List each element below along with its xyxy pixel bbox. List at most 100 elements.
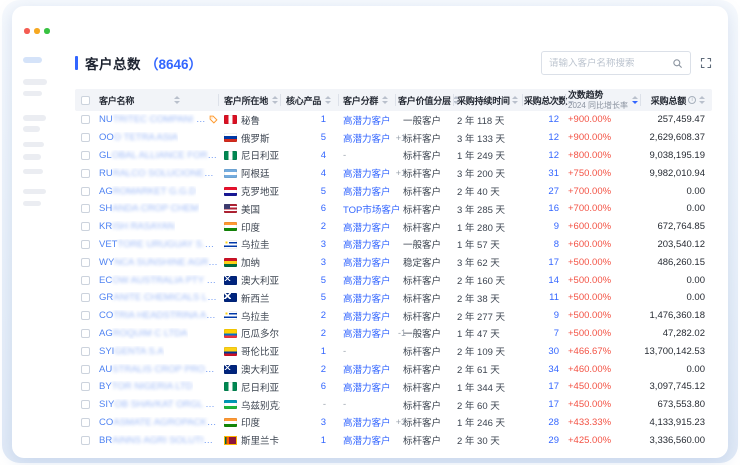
segment-link[interactable]: 高潜力客户 xyxy=(343,113,391,127)
table-row[interactable]: VETTORE URUGUAY S.R.L 乌拉圭 3 高潜力客户 一般客户 1… xyxy=(75,236,712,254)
core-products-count[interactable]: 2 xyxy=(321,328,326,339)
customer-name-link[interactable]: AUSTRALIS CROP PROTECTION P... xyxy=(99,364,218,375)
customer-name-link[interactable]: RURALCO SOLUCIONES S.A xyxy=(99,168,218,179)
col-header-value-tier[interactable]: 客户价值分层 xyxy=(395,89,453,111)
customer-name-link[interactable]: AGROQUIM C LTDA xyxy=(99,328,188,339)
purchase-count-link[interactable]: 28 xyxy=(548,417,559,428)
customer-name-link[interactable]: COTRIA HEADSTRINA ALIANG R... xyxy=(99,310,218,321)
core-products-count[interactable]: 1 xyxy=(321,435,326,446)
table-row[interactable]: COTRIA HEADSTRINA ALIANG R... 乌拉圭 2 高潜力客… xyxy=(75,307,712,325)
segment-link[interactable]: - xyxy=(343,150,346,161)
segment-link[interactable]: - xyxy=(343,346,346,357)
sort-icon[interactable] xyxy=(174,96,180,104)
core-products-count[interactable]: 1 xyxy=(321,114,326,125)
table-row[interactable]: SYIGENTA S.A 哥伦比亚 1 - 标杆客户 2 年 109 天 30 … xyxy=(75,342,712,360)
core-products-count[interactable]: 5 xyxy=(321,292,326,303)
col-header-location[interactable]: 客户所在地 xyxy=(218,89,280,111)
expand-icon[interactable] xyxy=(700,57,712,69)
row-checkbox[interactable] xyxy=(81,222,90,231)
core-products-count[interactable]: 2 xyxy=(321,364,326,375)
sidebar-item[interactable] xyxy=(23,79,47,85)
sort-icon[interactable] xyxy=(699,96,705,104)
purchase-count-link[interactable]: 17 xyxy=(548,381,559,392)
purchase-count-link[interactable]: 29 xyxy=(548,435,559,446)
core-products-count[interactable]: 4 xyxy=(321,150,326,161)
purchase-count-link[interactable]: 9 xyxy=(554,221,559,232)
row-checkbox[interactable] xyxy=(81,400,90,409)
table-row[interactable]: BYTOR NIGERIA LTD 尼日利亚 6 高潜力客户 标杆客户 1 年 … xyxy=(75,378,712,396)
purchase-count-link[interactable]: 31 xyxy=(548,168,559,179)
table-row[interactable]: AUSTRALIS CROP PROTECTION P... 澳大利亚 2 高潜… xyxy=(75,360,712,378)
table-row[interactable]: GRANITE CHEMICALS LIMITED 新西兰 5 高潜力客户 标杆… xyxy=(75,289,712,307)
core-products-count[interactable]: - xyxy=(323,399,326,410)
segment-link[interactable]: 高潜力客户 xyxy=(343,362,391,376)
sort-icon-active-desc[interactable] xyxy=(632,96,638,104)
segment-link[interactable]: 高潜力客户 xyxy=(343,237,391,251)
customer-name-link[interactable]: WYNCA SUNSHINE AGRIC PRO (U... xyxy=(99,257,218,268)
table-row[interactable]: WYNCA SUNSHINE AGRIC PRO (U... 加纳 3 高潜力客… xyxy=(75,253,712,271)
purchase-count-link[interactable]: 12 xyxy=(548,114,559,125)
purchase-count-link[interactable]: 14 xyxy=(548,275,559,286)
table-row[interactable]: AGROMARKET G.G.D 克罗地亚 5 高潜力客户 标杆客户 2 年 4… xyxy=(75,182,712,200)
row-checkbox[interactable] xyxy=(81,365,90,374)
core-products-count[interactable]: 3 xyxy=(321,257,326,268)
sort-icon[interactable] xyxy=(382,96,388,104)
purchase-count-link[interactable]: 34 xyxy=(548,364,559,375)
select-all-checkbox[interactable] xyxy=(81,96,90,105)
sort-icon[interactable] xyxy=(512,96,518,104)
segment-link[interactable]: 高潜力客户 xyxy=(343,273,391,287)
row-checkbox[interactable] xyxy=(81,204,90,213)
col-header-segment[interactable]: 客户分群 xyxy=(338,89,395,111)
customer-name-link[interactable]: OOO TETRA ASIA xyxy=(99,132,178,143)
segment-link[interactable]: 高潜力客户 xyxy=(343,433,391,447)
row-checkbox[interactable] xyxy=(81,382,90,391)
customer-name-link[interactable]: BYTOR NIGERIA LTD xyxy=(99,381,193,392)
customer-name-link[interactable]: AGROMARKET G.G.D xyxy=(99,186,196,197)
col-header-purchase-count[interactable]: 采购总次数 xyxy=(522,89,565,111)
core-products-count[interactable]: 3 xyxy=(321,417,326,428)
minimize-window-icon[interactable] xyxy=(34,28,40,34)
col-header-customer-name[interactable]: 客户名称 xyxy=(97,89,218,111)
purchase-count-link[interactable]: 17 xyxy=(548,399,559,410)
segment-link[interactable]: 高潜力客户 xyxy=(343,131,391,145)
segment-link[interactable]: 高潜力客户 xyxy=(343,184,391,198)
table-row[interactable]: RURALCO SOLUCIONES S.A 阿根廷 4 高潜力客户 +1 标杆… xyxy=(75,164,712,182)
row-checkbox[interactable] xyxy=(81,293,90,302)
sidebar-item[interactable] xyxy=(23,189,46,195)
row-checkbox[interactable] xyxy=(81,151,90,160)
segment-link[interactable]: 高潜力客户 xyxy=(343,309,391,323)
core-products-count[interactable]: 3 xyxy=(321,239,326,250)
core-products-count[interactable]: 2 xyxy=(321,310,326,321)
segment-link[interactable]: 高潜力客户 xyxy=(343,166,391,180)
sidebar-item[interactable] xyxy=(23,142,44,148)
table-row[interactable]: SIYOB SHAVKAT ORGL FERMER X... 乌兹别克斯坦 - … xyxy=(75,396,712,414)
customer-name-link[interactable]: SHANDA CROP CHEM xyxy=(99,203,199,214)
table-row[interactable]: OOO TETRA ASIA 俄罗斯 5 高潜力客户 +1 标杆客户 3 年 1… xyxy=(75,129,712,147)
segment-link[interactable]: 高潜力客户 xyxy=(343,326,391,340)
customer-name-link[interactable]: GLOBAL ALLIANCE FOR CHEMICA... xyxy=(99,150,218,161)
table-row[interactable]: GLOBAL ALLIANCE FOR CHEMICA... 尼日利亚 4 - … xyxy=(75,147,712,165)
segment-link[interactable]: 高潜力客户 xyxy=(343,380,391,394)
table-row[interactable]: KRISH RASAYAN 印度 2 高潜力客户 标杆客户 1 年 280 天 … xyxy=(75,218,712,236)
table-row[interactable]: COASMATE AGROPACK PRIVATE ... 印度 3 高潜力客户… xyxy=(75,414,712,432)
customer-name-link[interactable]: SIYOB SHAVKAT ORGL FERMER X... xyxy=(99,399,218,410)
col-header-trend[interactable]: 次数趋势 2024 同比增长率 xyxy=(565,89,640,111)
table-row[interactable]: SHANDA CROP CHEM 美国 6 TOP市场客户 标杆客户 3 年 2… xyxy=(75,200,712,218)
core-products-count[interactable]: 5 xyxy=(321,186,326,197)
purchase-count-link[interactable]: 30 xyxy=(548,346,559,357)
sort-icon[interactable] xyxy=(272,96,278,104)
sidebar-item[interactable] xyxy=(23,154,41,160)
table-row[interactable]: AGROQUIM C LTDA 厄瓜多尔 2 高潜力客户 -1 一般客户 1 年… xyxy=(75,325,712,343)
segment-link[interactable]: 高潜力客户 xyxy=(343,291,391,305)
sidebar-item-active[interactable] xyxy=(23,57,42,63)
row-checkbox[interactable] xyxy=(81,347,90,356)
table-row[interactable]: BRAINNS AGRI SOLUTIONS PVT LTD 斯里兰卡 1 高潜… xyxy=(75,431,712,449)
core-products-count[interactable]: 6 xyxy=(321,203,326,214)
purchase-count-link[interactable]: 16 xyxy=(548,203,559,214)
core-products-count[interactable]: 4 xyxy=(321,168,326,179)
sidebar-item[interactable] xyxy=(23,115,46,121)
core-products-count[interactable]: 6 xyxy=(321,381,326,392)
segment-link[interactable]: TOP市场客户 xyxy=(343,202,400,216)
customer-name-link[interactable]: GRANITE CHEMICALS LIMITED xyxy=(99,292,218,303)
customer-name-link[interactable]: KRISH RASAYAN xyxy=(99,221,175,232)
